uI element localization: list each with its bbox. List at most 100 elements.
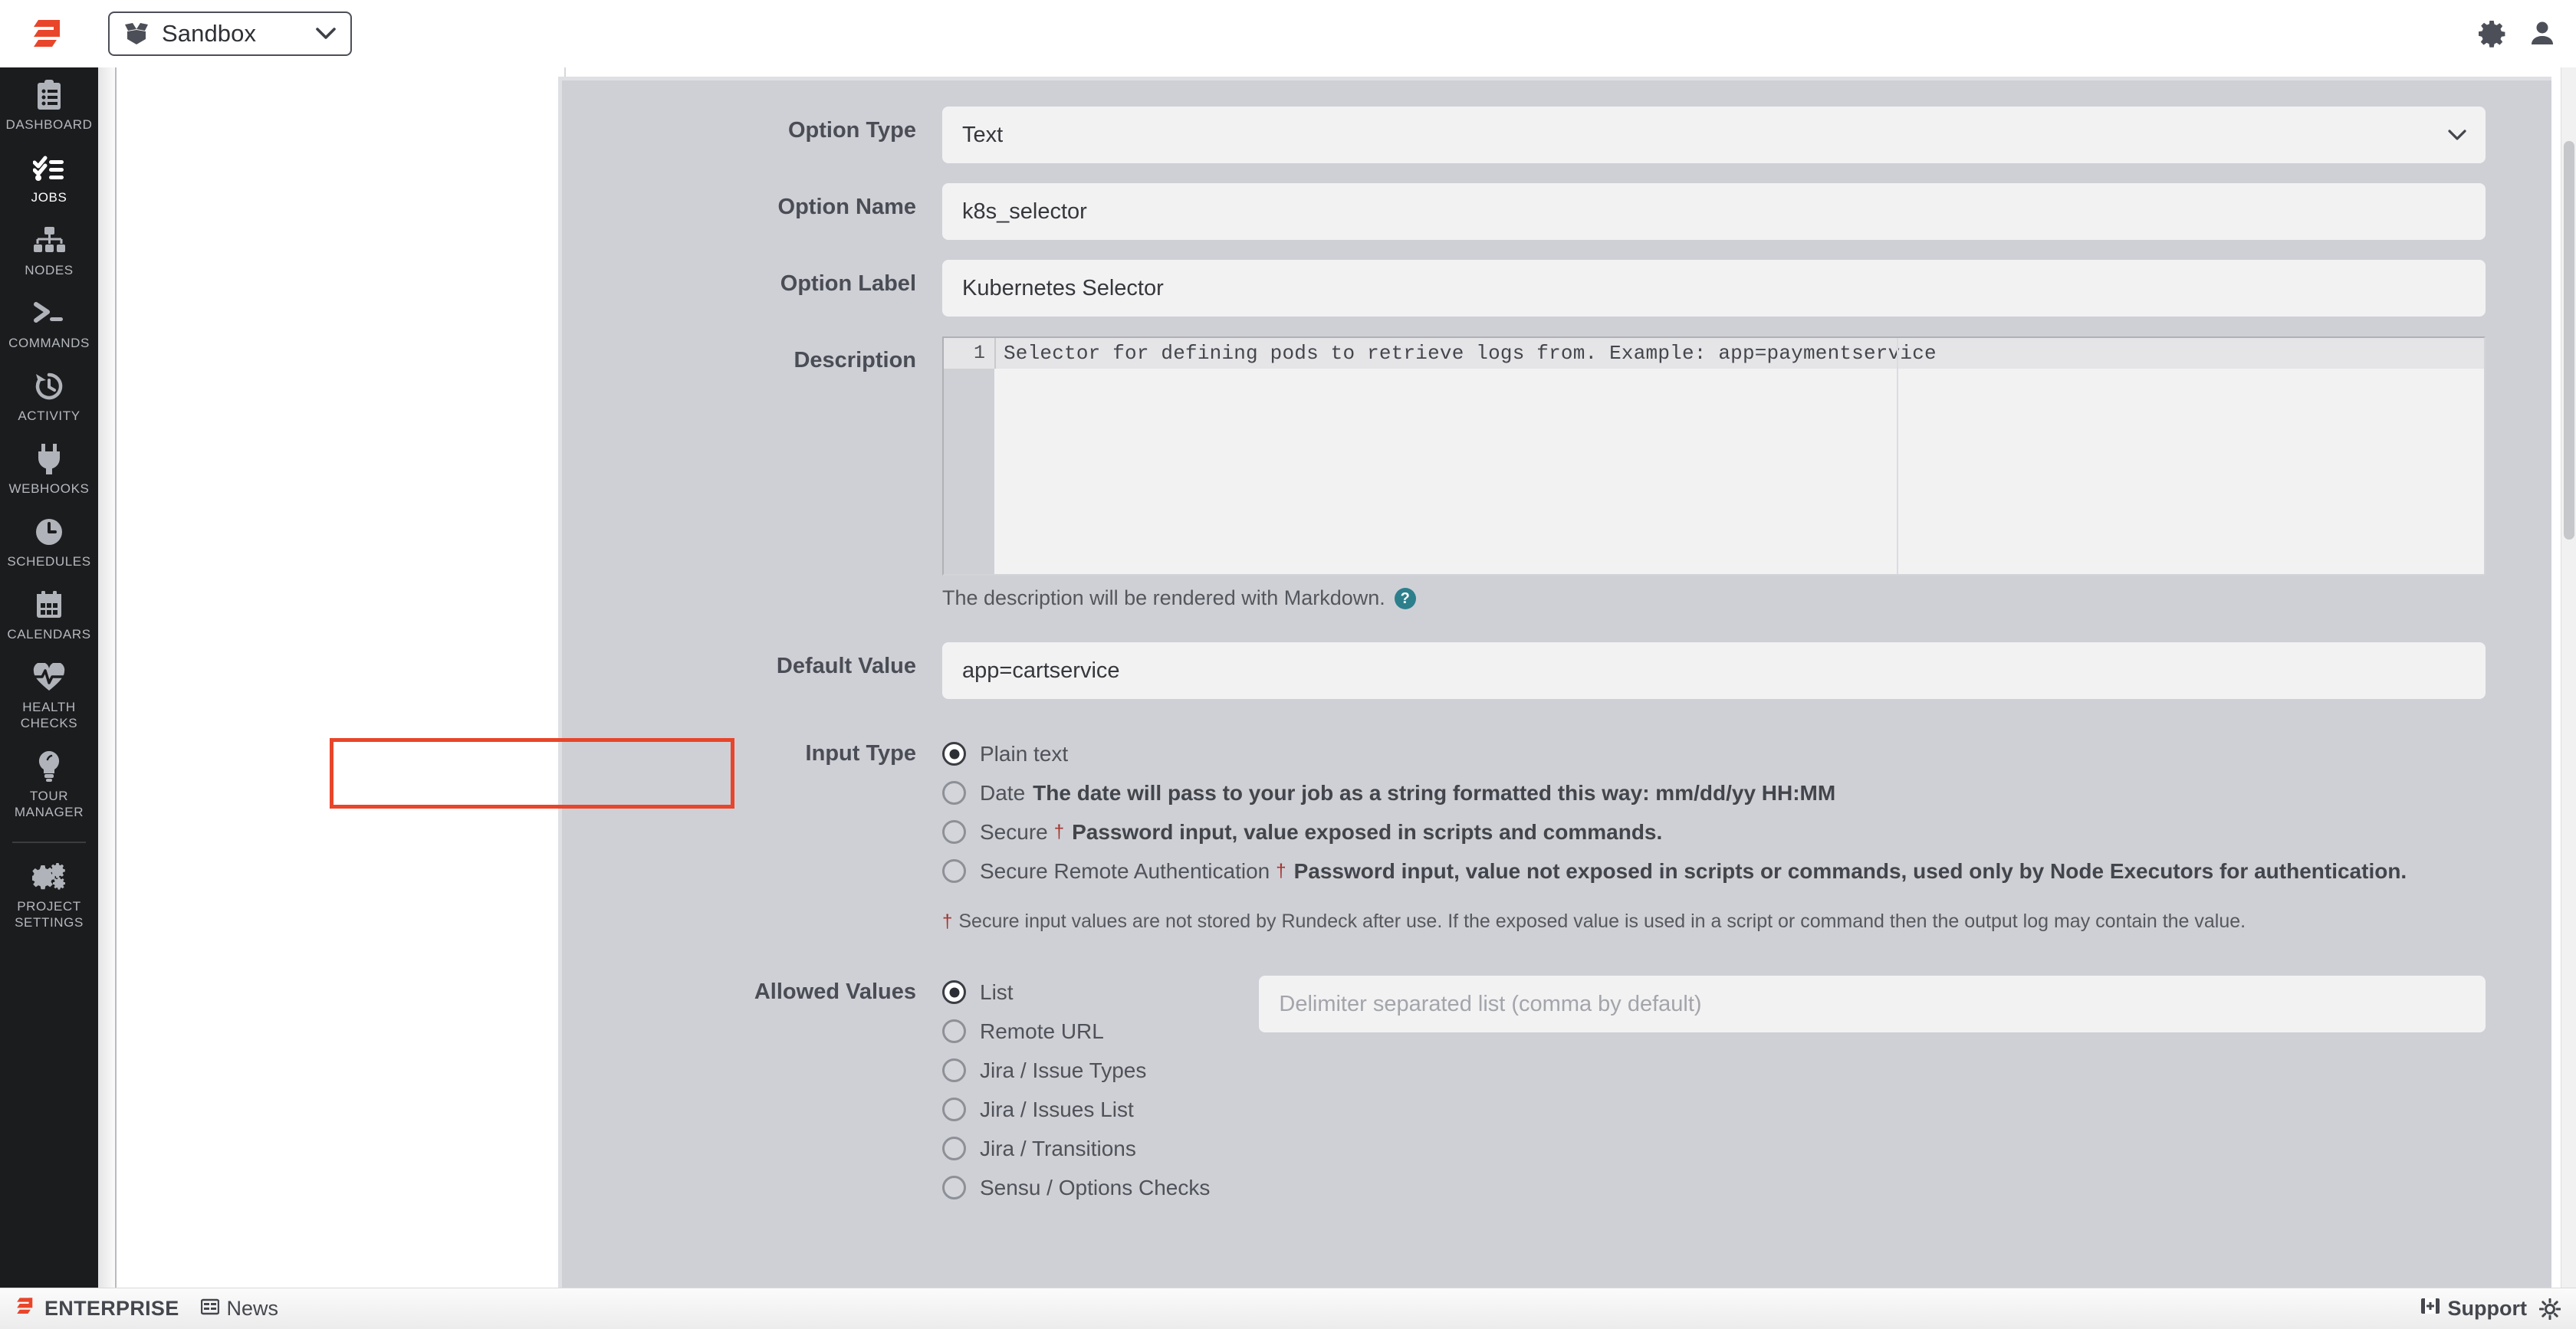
sidebar-item-label: DASHBOARD	[5, 117, 93, 132]
sidebar-item-jobs[interactable]: JOBS	[0, 140, 98, 213]
sidebar-item-nodes[interactable]: NODES	[0, 213, 98, 286]
rundeck-logo-icon	[17, 1296, 35, 1321]
radio-allowed-values-list[interactable]: List	[942, 973, 1210, 1012]
field-option-name-row: Option Name k8s_selector	[562, 183, 2551, 240]
radio-allowed-values-jira-issue-types[interactable]: Jira / Issue Types	[942, 1051, 1210, 1090]
option-name-input[interactable]: k8s_selector	[942, 183, 2486, 240]
description-help-line: The description will be rendered with Ma…	[942, 586, 2486, 610]
option-label-input[interactable]: Kubernetes Selector	[942, 260, 2486, 317]
field-input-type-row: Input Type Plain text Date The date will…	[562, 734, 2551, 933]
allowed-values-label: Allowed Values	[754, 980, 916, 1004]
sidebar-item-label: SCHEDULES	[7, 554, 91, 569]
clock-icon	[34, 515, 64, 549]
project-selector[interactable]: Sandbox	[108, 11, 352, 56]
input-type-label: Input Type	[805, 741, 916, 766]
sidebar-item-project-settings[interactable]: PROJECT SETTINGS	[0, 849, 98, 938]
gear-icon[interactable]	[2478, 20, 2505, 48]
option-name-value: k8s_selector	[962, 199, 1087, 224]
radio-indicator[interactable]	[942, 781, 966, 805]
radio-input-type-plain-text[interactable]: Plain text	[942, 734, 2486, 773]
top-bar: Sandbox	[0, 0, 2576, 67]
project-box-icon	[123, 22, 150, 45]
sidebar-item-dashboard[interactable]: DASHBOARD	[0, 67, 98, 140]
default-value-label: Default Value	[776, 654, 916, 678]
radio-indicator[interactable]	[942, 1137, 966, 1160]
question-circle-icon[interactable]: ?	[1394, 587, 1416, 609]
radio-label: Secure	[980, 819, 1048, 844]
editor-code-area[interactable]: Selector for defining pods to retrieve l…	[994, 338, 2484, 574]
top-bar-actions	[2478, 0, 2556, 67]
bottom-bar: ENTERPRISE News Support	[0, 1288, 2576, 1329]
enterprise-link[interactable]: ENTERPRISE	[17, 1296, 179, 1321]
rundeck-logo-icon[interactable]	[0, 0, 98, 67]
radio-indicator[interactable]	[942, 1098, 966, 1121]
dagger-marker: †	[1276, 860, 1286, 881]
radio-indicator[interactable]	[942, 742, 966, 766]
radio-allowed-values-jira-issues-list[interactable]: Jira / Issues List	[942, 1090, 1210, 1129]
radio-indicator[interactable]	[942, 980, 966, 1004]
radio-label: Sensu / Options Checks	[980, 1175, 1211, 1199]
sidebar-item-calendars[interactable]: CALENDARS	[0, 577, 98, 650]
option-type-select[interactable]: Text	[942, 107, 2486, 163]
description-help-text: The description will be rendered with Ma…	[942, 586, 1385, 609]
radio-input-type-secure[interactable]: Secure † Password input, value exposed i…	[942, 812, 2486, 852]
calendar-icon	[34, 588, 64, 622]
sidebar-item-activity[interactable]: ACTIVITY	[0, 359, 98, 432]
radio-allowed-values-sensu-options-checks[interactable]: Sensu / Options Checks	[942, 1168, 1210, 1207]
description-value: Selector for defining pods to retrieve l…	[994, 338, 2484, 369]
default-value-value: app=cartservice	[962, 658, 1120, 683]
sun-gear-icon[interactable]	[2539, 1298, 2561, 1320]
field-description-row: Description 1 Selector for defining pods…	[562, 336, 2551, 610]
radio-hint: Password input, value not exposed in scr…	[1293, 858, 2407, 883]
news-link[interactable]: News	[200, 1297, 278, 1321]
sidebar-item-label: HEALTH CHECKS	[20, 700, 78, 730]
sidebar-item-commands[interactable]: COMMANDS	[0, 286, 98, 359]
option-type-value: Text	[962, 122, 1004, 147]
radio-input-type-date[interactable]: Date The date will pass to your job as a…	[942, 773, 2486, 812]
radio-hint: The date will pass to your job as a stri…	[1033, 780, 1836, 805]
dagger-marker: †	[942, 911, 953, 932]
sidebar-item-tour-manager[interactable]: TOUR MANAGER	[0, 739, 98, 828]
user-icon[interactable]	[2528, 20, 2556, 48]
sidebar-item-label: PROJECT SETTINGS	[15, 899, 84, 930]
page-scrollbar-thumb[interactable]	[2564, 141, 2574, 540]
sitemap-icon	[33, 224, 65, 258]
radio-indicator[interactable]	[942, 820, 966, 844]
sidebar-item-label: CALENDARS	[7, 627, 91, 642]
sidebar-item-schedules[interactable]: SCHEDULES	[0, 504, 98, 577]
terminal-prompt-icon	[33, 297, 65, 330]
allowed-values-list-input[interactable]: Delimiter separated list (comma by defau…	[1259, 976, 2486, 1032]
support-link[interactable]: Support	[2420, 1297, 2527, 1321]
input-type-footnote: † Secure input values are not stored by …	[942, 911, 2486, 933]
history-clock-icon	[34, 369, 64, 403]
option-label-value: Kubernetes Selector	[962, 275, 1164, 300]
sidebar-item-label: COMMANDS	[8, 336, 90, 350]
description-code-editor[interactable]: 1 Selector for defining pods to retrieve…	[942, 336, 2486, 576]
editor-line-number: 1	[944, 338, 994, 369]
plug-icon	[35, 442, 63, 476]
lightbulb-icon	[36, 750, 62, 783]
radio-label: List	[980, 980, 1014, 1004]
radio-label: Date	[980, 780, 1026, 805]
default-value-input[interactable]: app=cartservice	[942, 642, 2486, 699]
field-option-type-row: Option Type Text	[562, 107, 2551, 163]
clipboard-list-icon	[34, 78, 64, 112]
radio-allowed-values-jira-transitions[interactable]: Jira / Transitions	[942, 1129, 1210, 1168]
project-name-label: Sandbox	[162, 20, 257, 47]
radio-indicator[interactable]	[942, 1019, 966, 1043]
sidebar-divider	[12, 842, 86, 843]
sidebar-item-health-checks[interactable]: HEALTH CHECKS	[0, 650, 98, 739]
radio-indicator[interactable]	[942, 859, 966, 883]
heart-pulse-icon	[33, 661, 65, 694]
radio-indicator[interactable]	[942, 1058, 966, 1082]
footnote-text: Secure input values are not stored by Ru…	[958, 911, 2246, 932]
checklist-icon	[33, 151, 65, 185]
workspace: Option Type Text Option Name k8s_selecto…	[98, 67, 2576, 1288]
sidebar-item-label: JOBS	[31, 190, 67, 205]
option-name-label: Option Name	[777, 195, 916, 219]
page-scrollbar[interactable]	[2561, 67, 2576, 1288]
radio-input-type-secure-remote-auth[interactable]: Secure Remote Authentication † Password …	[942, 852, 2486, 891]
radio-indicator[interactable]	[942, 1176, 966, 1199]
radio-allowed-values-remote-url[interactable]: Remote URL	[942, 1012, 1210, 1051]
sidebar-item-webhooks[interactable]: WEBHOOKS	[0, 432, 98, 504]
